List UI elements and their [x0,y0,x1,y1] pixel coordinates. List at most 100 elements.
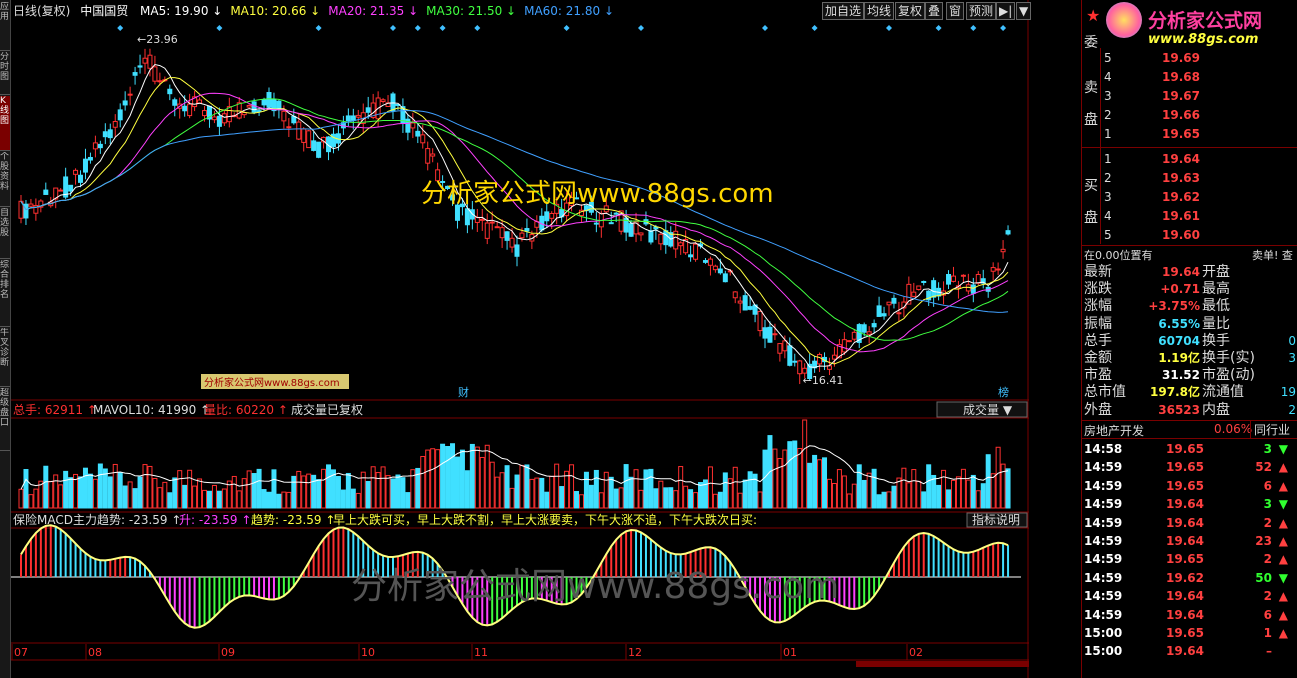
quote-key: 振幅 [1084,315,1112,332]
candle-body [802,367,808,374]
logo: ★ 分析家公式网 www.88gs.com [1084,2,1294,48]
volume-bar [266,491,272,509]
volume-bar [326,464,332,509]
volume-bar [206,490,212,509]
buy-order-row[interactable]: 1 19.64 [1082,151,1297,167]
tick-time: 14:59 [1084,478,1123,493]
volume-bar [658,480,664,509]
sidebar-tab-2[interactable]: K线图 [0,96,10,151]
ma-line-30 [20,98,1009,341]
buy-order-row[interactable]: 2 19.63 [1082,170,1297,186]
toolbar-button-0[interactable]: 加自选 [822,2,865,20]
candle-body [350,115,356,121]
period-label[interactable]: 日线(复权) [13,4,70,18]
volume-bar [564,470,570,509]
sidebar-tab-1[interactable]: 分时图 [0,52,10,95]
volume-bar [549,475,555,509]
candle-body [841,339,847,353]
candle-body [722,273,728,283]
tick-row: 14:59 19.64 2 ▲ [1082,515,1297,531]
volume-bar [906,482,912,509]
toolbar-button-5[interactable]: 预测 [966,2,997,20]
tick-time: 14:59 [1084,515,1123,530]
volume-bar [450,443,456,509]
candle-body [742,295,748,311]
volume-bar [509,487,515,509]
quote-row: 总手 60704 换手 0 [1082,333,1297,349]
sell-single-label[interactable]: 卖单! 查 [1252,247,1293,263]
buy-order-row[interactable]: 3 19.62 [1082,189,1297,205]
volume-bar [380,466,386,509]
volume-bar [965,479,971,509]
candle-body [946,274,952,285]
toolbar-button-1[interactable]: 均线 [864,2,895,20]
toolbar-dropdown-icon[interactable]: ▼ [1016,2,1032,20]
candle-body [995,268,1001,271]
quote-key: 涨跌 [1084,281,1112,298]
volume-bar [782,449,788,509]
sidebar-tab-3[interactable]: 个股资料 [0,152,10,207]
industry-button[interactable]: 同行业 [1250,421,1290,438]
volume-bar [499,472,505,509]
toolbar-button-4[interactable]: 窗 [946,2,965,20]
order-price: 19.64 [1162,152,1200,166]
volume-bar [683,485,689,509]
candle-body [960,274,966,277]
order-price: 19.67 [1162,89,1200,103]
tick-row: 14:59 19.65 2 ▲ [1082,551,1297,567]
volume-bar [370,466,376,509]
candle-body [931,280,937,298]
industry-name[interactable]: 房地产开发 [1084,422,1144,439]
volume-bar [152,477,158,509]
sidebar-tab-6[interactable]: 牛叉诊断 [0,328,10,387]
volume-bar [112,463,118,509]
sell-order-row[interactable]: 5 19.69 [1082,50,1297,66]
order-level: 5 [1104,228,1112,242]
sidebar-tab-4[interactable]: 自选股 [0,208,10,259]
sidebar-tab-0[interactable]: 应用 [0,2,10,51]
tick-row: 15:00 19.64 – [1082,643,1297,659]
candle-body [474,216,480,223]
volume-bar [901,467,907,509]
volume-bar [306,473,312,509]
volume-bar [975,490,981,509]
quote-value: +3.75% [1148,299,1200,314]
month-label: 08 [88,646,102,659]
candle-body [246,105,252,108]
sell-order-row[interactable]: 4 19.68 [1082,69,1297,85]
tick-volume: 6 [1263,478,1272,493]
toolbar-button-2[interactable]: 复权 [895,2,926,20]
sidebar-tab-7[interactable]: 超级盘口 [0,388,10,451]
candle-body [132,72,138,76]
volume-bar [107,476,113,509]
candle-body [777,343,783,354]
ma-item-0: MA5: 19.90 ↓ [140,4,223,18]
candle-body [1005,230,1011,235]
tick-volume: 50 [1255,570,1272,585]
buy-order-row[interactable]: 4 19.61 [1082,208,1297,224]
sidebar-tab-5[interactable]: 综合排名 [0,260,10,327]
sell-order-row[interactable]: 3 19.67 [1082,88,1297,104]
volume-bars [18,419,1011,509]
candle-body [628,223,634,237]
volume-bar [797,447,803,509]
sell-order-row[interactable]: 1 19.65 [1082,126,1297,142]
sell-order-row[interactable]: 2 19.66 [1082,107,1297,123]
candle-body [261,99,267,106]
volume-bar [33,488,39,509]
volume-bar [167,492,173,509]
candle-body [73,169,79,175]
tick-row: 14:59 19.64 23 ▲ [1082,533,1297,549]
buy-order-row[interactable]: 5 19.60 [1082,227,1297,243]
quote-key2: 量比 [1202,315,1230,332]
volume-bar [851,483,857,509]
volume-bar [673,490,679,509]
candle-body [152,66,158,82]
chart-area[interactable]: ←23.96 ←16.41 财榜分析家公式网www.88gs.com 分析家公式网ww… [11,0,1029,678]
candle-body [97,143,103,149]
volume-bar [221,488,227,509]
toolbar-button-3[interactable]: 叠 [925,2,944,20]
kline-svg[interactable]: ←23.96←16.41财 榜分析家公式网www.88gs.com分析家公式网ww… [11,0,1029,678]
toolbar-pin-icon[interactable]: ▶| [996,2,1016,20]
candle-body [891,297,897,304]
